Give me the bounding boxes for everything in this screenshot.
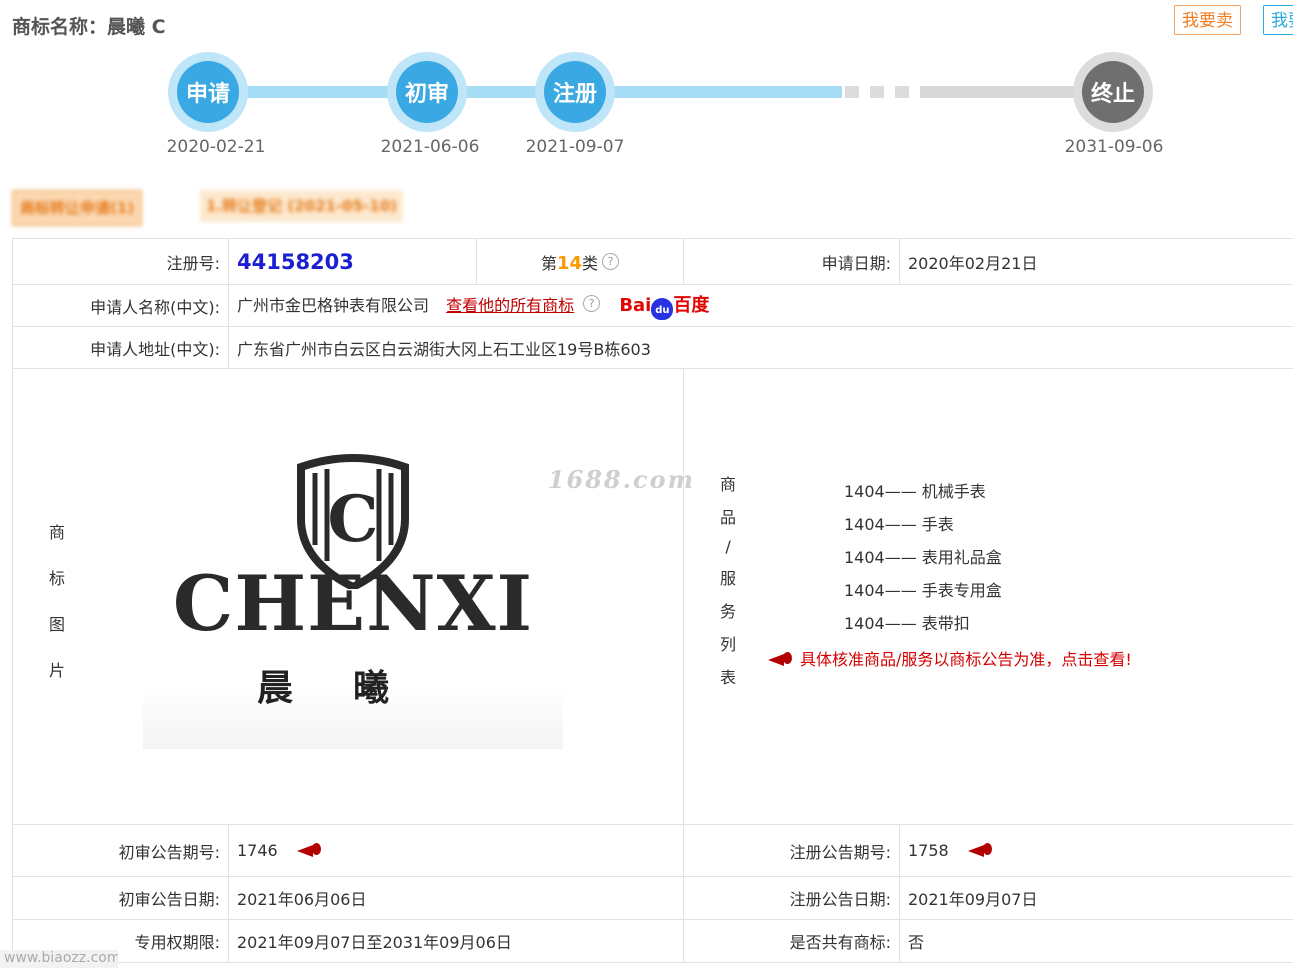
shared-label: 是否共有商标: bbox=[684, 920, 900, 963]
list-item: 1404—— 表用礼品盒 bbox=[844, 541, 1284, 574]
footer-url: www.biaozz.com bbox=[0, 950, 118, 968]
table-row: 初审公告期号: 1746 注册公告期号: 1758 bbox=[13, 825, 1293, 877]
timeline-progress-bar bbox=[205, 86, 842, 98]
goods-list-container: 1404—— 机械手表 1404—— 手表 1404—— 表用礼品盒 1404—… bbox=[684, 475, 1284, 670]
applicant-label: 申请人名称(中文): bbox=[13, 285, 229, 327]
prelim-no-value: 1746 bbox=[237, 841, 278, 860]
timeline-date: 2021-09-07 bbox=[505, 137, 645, 157]
timeline-node-terminate: 终止 bbox=[1073, 52, 1153, 132]
timeline-node-apply: 申请 bbox=[168, 52, 248, 132]
table-row: 申请人地址(中文): 广东省广州市白云区白云湖街大冈上石工业区19号B栋603 bbox=[13, 327, 1293, 369]
label-char: 片 bbox=[49, 657, 65, 681]
timeline-dash bbox=[845, 86, 859, 98]
list-item: 1404—— 手表 bbox=[844, 508, 1284, 541]
trademark-info-table: 注册号: 44158203 第14类? 申请日期: 2020年02月21日 申请… bbox=[12, 238, 1293, 963]
timeline-node-label: 注册 bbox=[544, 61, 606, 123]
timeline-node-register: 注册 bbox=[535, 52, 615, 132]
applicant-cell: 广州市金巴格钟表有限公司 查看他的所有商标 ? Baidu百度 bbox=[229, 285, 1293, 327]
view-all-trademarks-link[interactable]: 查看他的所有商标 bbox=[446, 296, 574, 315]
transfer-application-tag[interactable]: 商标转让申请(1) bbox=[12, 190, 142, 226]
reg-no: 44158203 bbox=[237, 250, 354, 274]
prelim-date-label: 初审公告日期: bbox=[13, 877, 229, 920]
megaphone-icon bbox=[768, 651, 794, 667]
help-icon[interactable]: ? bbox=[602, 253, 619, 270]
timeline-dash bbox=[895, 86, 909, 98]
megaphone-icon[interactable] bbox=[297, 842, 323, 858]
timeline-date: 2031-09-06 bbox=[1044, 137, 1184, 157]
shared-value: 否 bbox=[900, 920, 1293, 963]
page-title: 商标名称：晨曦 C bbox=[12, 12, 166, 39]
trademark-image-cell: 商 标 图 片 C CHENXI 晨曦 1688.com bbox=[13, 369, 684, 825]
label-char: 图 bbox=[49, 611, 65, 635]
goods-list: 1404—— 机械手表 1404—— 手表 1404—— 表用礼品盒 1404—… bbox=[684, 475, 1284, 640]
goods-services-cell: 商 品 / 服 务 列 表 1404—— 机械手表 1404—— 手表 1404… bbox=[684, 369, 1293, 825]
list-item: 1404—— 手表专用盒 bbox=[844, 574, 1284, 607]
baidu-logo-text: 百度 bbox=[673, 295, 709, 316]
table-row: 专用权期限: 2021年09月07日至2031年09月06日 是否共有商标: 否 bbox=[13, 920, 1293, 963]
reg-pub-no-cell: 1758 bbox=[900, 825, 1293, 877]
svg-text:C: C bbox=[328, 482, 379, 557]
class-suffix: 类 bbox=[582, 254, 598, 273]
prelim-no-label: 初审公告期号: bbox=[13, 825, 229, 877]
timeline-dash bbox=[870, 86, 884, 98]
address-value: 广东省广州市白云区白云湖街大冈上石工业区19号B栋603 bbox=[229, 327, 1293, 369]
exclusive-value: 2021年09月07日至2031年09月06日 bbox=[229, 920, 684, 963]
address-label: 申请人地址(中文): bbox=[13, 327, 229, 369]
goods-note-text: 具体核准商品/服务以商标公告为准，点击查看! bbox=[800, 650, 1132, 669]
timeline-node-label: 申请 bbox=[177, 61, 239, 123]
table-row: 申请人名称(中文): 广州市金巴格钟表有限公司 查看他的所有商标 ? Baidu… bbox=[13, 285, 1293, 327]
label-char: 标 bbox=[49, 565, 65, 589]
transfer-record-tag[interactable]: 1.转让登记 (2021-05-10) bbox=[200, 190, 403, 222]
reg-pub-no-label: 注册公告期号: bbox=[684, 825, 900, 877]
class-cell: 第14类? bbox=[477, 239, 684, 285]
label-char: 商 bbox=[49, 519, 65, 543]
class-number: 14 bbox=[557, 253, 582, 274]
table-row: 初审公告日期: 2021年06月06日 注册公告日期: 2021年09月07日 bbox=[13, 877, 1293, 920]
baidu-logo-text: Bai bbox=[619, 295, 651, 316]
reg-pub-no-value: 1758 bbox=[908, 841, 949, 860]
list-item: 1404—— 表带扣 bbox=[844, 607, 1284, 640]
buy-button[interactable]: 我要买 bbox=[1263, 5, 1293, 35]
sell-button[interactable]: 我要卖 bbox=[1174, 5, 1241, 35]
timeline-node-label: 终止 bbox=[1082, 61, 1144, 123]
table-row: 注册号: 44158203 第14类? 申请日期: 2020年02月21日 bbox=[13, 239, 1293, 285]
trademark-image-label: 商 标 图 片 bbox=[49, 519, 65, 681]
timeline-date: 2021-06-06 bbox=[360, 137, 500, 157]
class-prefix: 第 bbox=[541, 254, 557, 273]
reg-no-value: 44158203 bbox=[229, 239, 477, 285]
timeline-date: 2020-02-21 bbox=[146, 137, 286, 157]
list-item: 1404—— 机械手表 bbox=[844, 475, 1284, 508]
timeline-node-prelim: 初审 bbox=[387, 52, 467, 132]
logo-wordmark: CHENXI bbox=[143, 559, 563, 648]
megaphone-icon[interactable] bbox=[968, 842, 994, 858]
trademark-image: C CHENXI 晨曦 bbox=[143, 419, 563, 749]
reg-no-label: 注册号: bbox=[13, 239, 229, 285]
baidu-paw-icon: du bbox=[651, 298, 673, 320]
logo-chinese-name: 晨曦 bbox=[143, 659, 563, 711]
reg-pub-date-value: 2021年09月07日 bbox=[900, 877, 1293, 920]
help-icon[interactable]: ? bbox=[583, 295, 600, 312]
baidu-search-link[interactable]: Baidu百度 bbox=[619, 295, 709, 316]
watermark: 1688.com bbox=[548, 465, 695, 494]
apply-date-label: 申请日期: bbox=[684, 239, 900, 285]
table-row: 商 标 图 片 C CHENXI 晨曦 1688.com bbox=[13, 369, 1293, 825]
prelim-date-value: 2021年06月06日 bbox=[229, 877, 684, 920]
prelim-no-cell: 1746 bbox=[229, 825, 684, 877]
goods-note-link[interactable]: 具体核准商品/服务以商标公告为准，点击查看! bbox=[768, 646, 1284, 670]
apply-date-value: 2020年02月21日 bbox=[900, 239, 1293, 285]
applicant-name: 广州市金巴格钟表有限公司 bbox=[237, 296, 429, 315]
reg-pub-date-label: 注册公告日期: bbox=[684, 877, 900, 920]
timeline-node-label: 初审 bbox=[396, 61, 458, 123]
